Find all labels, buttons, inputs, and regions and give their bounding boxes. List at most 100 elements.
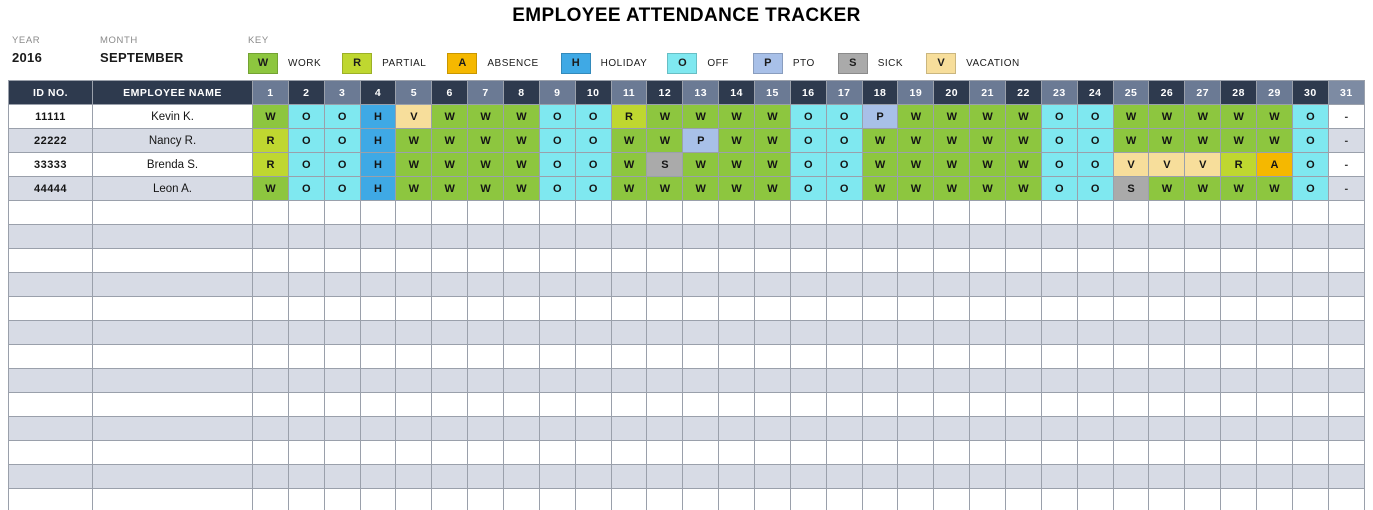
cell-day-12[interactable]: W bbox=[646, 128, 684, 153]
cell-day-3[interactable] bbox=[323, 440, 361, 465]
cell-day-11[interactable] bbox=[610, 368, 648, 393]
cell-day-13[interactable] bbox=[682, 488, 720, 510]
cell-day-18[interactable]: P bbox=[861, 104, 899, 129]
cell-day-20[interactable]: W bbox=[933, 176, 971, 201]
cell-day-7[interactable] bbox=[467, 392, 505, 417]
cell-day-25[interactable] bbox=[1112, 464, 1150, 489]
cell-day-4[interactable] bbox=[359, 416, 397, 441]
cell-day-10[interactable] bbox=[574, 440, 612, 465]
cell-day-24[interactable] bbox=[1076, 272, 1114, 297]
cell-day-29[interactable] bbox=[1256, 368, 1293, 393]
cell-day-11[interactable] bbox=[610, 296, 648, 321]
cell-day-18[interactable] bbox=[861, 392, 899, 417]
cell-day-21[interactable] bbox=[969, 368, 1007, 393]
cell-day-25[interactable] bbox=[1112, 344, 1150, 369]
cell-employee-id[interactable] bbox=[8, 320, 93, 345]
cell-employee-id[interactable] bbox=[8, 488, 93, 510]
cell-day-10[interactable]: O bbox=[574, 152, 612, 177]
cell-day-31[interactable] bbox=[1327, 368, 1366, 393]
cell-day-7[interactable] bbox=[467, 224, 505, 249]
cell-day-28[interactable] bbox=[1220, 272, 1258, 297]
cell-day-5[interactable] bbox=[395, 200, 433, 225]
cell-employee-name[interactable] bbox=[92, 440, 253, 465]
cell-day-14[interactable] bbox=[718, 248, 756, 273]
cell-day-28[interactable] bbox=[1220, 296, 1258, 321]
cell-day-15[interactable]: W bbox=[754, 176, 791, 201]
cell-day-31[interactable] bbox=[1327, 248, 1366, 273]
cell-day-9[interactable]: O bbox=[538, 176, 576, 201]
cell-day-12[interactable] bbox=[646, 368, 684, 393]
cell-day-18[interactable] bbox=[861, 296, 899, 321]
cell-day-9[interactable]: O bbox=[538, 104, 576, 129]
cell-day-12[interactable]: S bbox=[646, 152, 684, 177]
cell-employee-name[interactable] bbox=[92, 200, 253, 225]
cell-day-13[interactable] bbox=[682, 440, 720, 465]
cell-employee-id[interactable] bbox=[8, 296, 93, 321]
cell-day-22[interactable]: W bbox=[1005, 104, 1042, 129]
cell-day-29[interactable]: A bbox=[1256, 152, 1293, 177]
cell-day-25[interactable] bbox=[1112, 200, 1150, 225]
cell-day-15[interactable] bbox=[754, 224, 791, 249]
cell-day-15[interactable] bbox=[754, 272, 791, 297]
cell-day-8[interactable] bbox=[503, 272, 540, 297]
cell-day-19[interactable]: W bbox=[897, 104, 935, 129]
cell-day-17[interactable] bbox=[825, 464, 863, 489]
cell-day-22[interactable] bbox=[1005, 200, 1042, 225]
cell-day-19[interactable]: W bbox=[897, 152, 935, 177]
cell-day-30[interactable]: O bbox=[1291, 128, 1329, 153]
cell-day-30[interactable]: O bbox=[1291, 176, 1329, 201]
cell-day-21[interactable]: W bbox=[969, 128, 1007, 153]
cell-day-20[interactable]: W bbox=[933, 128, 971, 153]
cell-day-30[interactable] bbox=[1291, 224, 1329, 249]
cell-day-7[interactable] bbox=[467, 416, 505, 441]
cell-day-24[interactable]: O bbox=[1076, 152, 1114, 177]
cell-day-13[interactable] bbox=[682, 320, 720, 345]
cell-day-18[interactable] bbox=[861, 320, 899, 345]
cell-day-30[interactable]: O bbox=[1291, 104, 1329, 129]
cell-day-23[interactable]: O bbox=[1040, 128, 1078, 153]
cell-day-31[interactable] bbox=[1327, 416, 1366, 441]
cell-day-4[interactable] bbox=[359, 320, 397, 345]
cell-day-31[interactable] bbox=[1327, 224, 1366, 249]
cell-day-5[interactable] bbox=[395, 296, 433, 321]
cell-day-7[interactable]: W bbox=[467, 128, 505, 153]
cell-day-4[interactable] bbox=[359, 368, 397, 393]
cell-day-31[interactable]: - bbox=[1327, 152, 1366, 177]
cell-day-11[interactable]: W bbox=[610, 176, 648, 201]
cell-day-4[interactable] bbox=[359, 248, 397, 273]
cell-day-21[interactable]: W bbox=[969, 152, 1007, 177]
cell-day-22[interactable]: W bbox=[1005, 176, 1042, 201]
cell-day-20[interactable] bbox=[933, 416, 971, 441]
cell-day-27[interactable] bbox=[1184, 392, 1222, 417]
cell-day-22[interactable] bbox=[1005, 344, 1042, 369]
cell-day-22[interactable] bbox=[1005, 464, 1042, 489]
cell-day-7[interactable] bbox=[467, 200, 505, 225]
cell-day-5[interactable] bbox=[395, 464, 433, 489]
cell-day-26[interactable] bbox=[1148, 344, 1186, 369]
cell-day-24[interactable] bbox=[1076, 224, 1114, 249]
cell-day-24[interactable] bbox=[1076, 488, 1114, 510]
cell-day-19[interactable] bbox=[897, 200, 935, 225]
cell-day-9[interactable] bbox=[538, 272, 576, 297]
cell-day-13[interactable] bbox=[682, 200, 720, 225]
cell-day-20[interactable]: W bbox=[933, 104, 971, 129]
cell-day-15[interactable] bbox=[754, 200, 791, 225]
cell-day-25[interactable] bbox=[1112, 416, 1150, 441]
cell-day-18[interactable] bbox=[861, 344, 899, 369]
cell-day-9[interactable] bbox=[538, 368, 576, 393]
cell-day-7[interactable] bbox=[467, 440, 505, 465]
cell-day-15[interactable] bbox=[754, 488, 791, 510]
cell-day-26[interactable] bbox=[1148, 488, 1186, 510]
cell-day-15[interactable] bbox=[754, 440, 791, 465]
cell-day-4[interactable] bbox=[359, 392, 397, 417]
cell-day-20[interactable] bbox=[933, 248, 971, 273]
cell-day-15[interactable] bbox=[754, 248, 791, 273]
cell-day-14[interactable] bbox=[718, 488, 756, 510]
cell-day-8[interactable]: W bbox=[503, 176, 540, 201]
cell-day-9[interactable] bbox=[538, 200, 576, 225]
cell-day-7[interactable]: W bbox=[467, 176, 505, 201]
cell-day-8[interactable] bbox=[503, 392, 540, 417]
cell-day-27[interactable]: W bbox=[1184, 176, 1222, 201]
cell-day-7[interactable] bbox=[467, 344, 505, 369]
cell-employee-id[interactable] bbox=[8, 200, 93, 225]
